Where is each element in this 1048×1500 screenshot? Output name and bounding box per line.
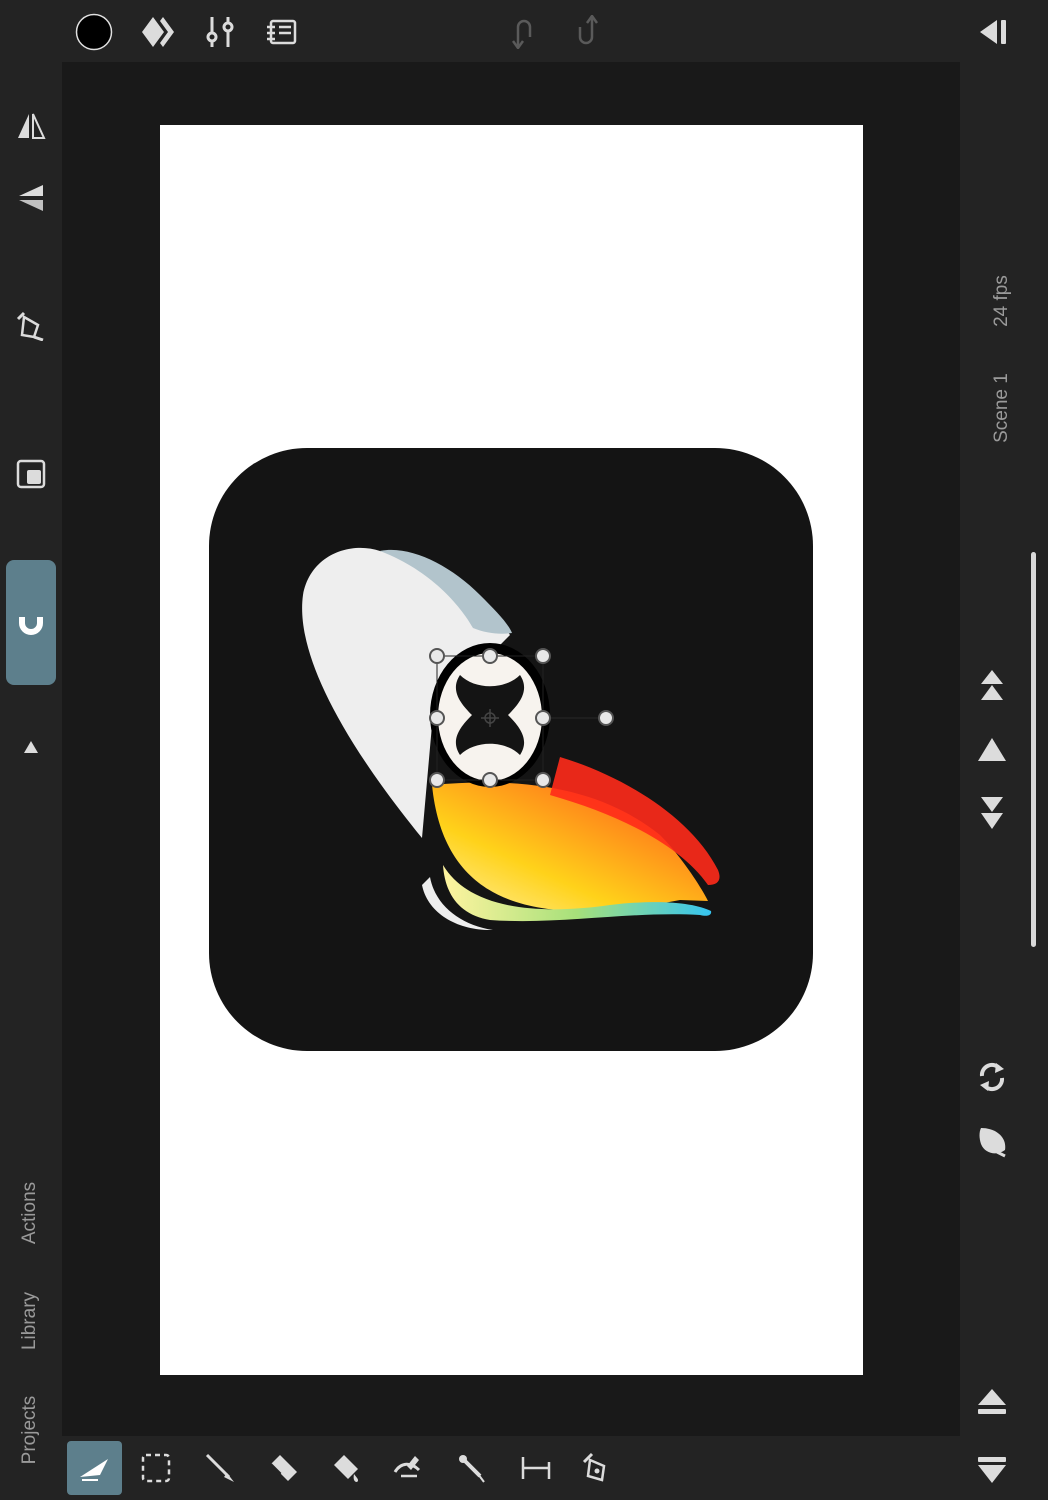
adjustments-icon[interactable]	[200, 12, 240, 52]
top-toolbar	[0, 0, 1048, 62]
brush-tool-icon[interactable]	[198, 1446, 242, 1490]
measure-tool-icon[interactable]	[514, 1446, 558, 1490]
fps-label[interactable]: 24 fps	[991, 241, 1015, 361]
bend-tool-icon[interactable]	[386, 1446, 430, 1490]
arrange-icon[interactable]	[10, 454, 52, 494]
marquee-tool-icon[interactable]	[134, 1446, 178, 1490]
actions-tab[interactable]: Actions	[19, 1163, 43, 1263]
magnet-icon[interactable]	[6, 560, 56, 685]
library-tab[interactable]: Library	[19, 1271, 43, 1371]
onion-skin-icon[interactable]	[970, 1120, 1014, 1162]
inspector-icon[interactable]	[262, 12, 302, 52]
selection-tool-icon[interactable]	[67, 1441, 122, 1495]
eraser-tool-icon[interactable]	[262, 1446, 306, 1490]
flip-vertical-icon[interactable]	[10, 178, 52, 218]
pen-plus-icon[interactable]	[10, 306, 52, 346]
bottom-toolbar	[62, 1436, 960, 1500]
timeline-scrollbar[interactable]	[1031, 552, 1036, 947]
color-swatch-icon[interactable]	[74, 12, 114, 52]
previous-frame-icon[interactable]	[970, 1382, 1014, 1424]
eyedropper-tool-icon[interactable]	[450, 1446, 494, 1490]
style-icon[interactable]	[138, 12, 178, 52]
fill-tool-icon[interactable]	[324, 1446, 368, 1490]
next-frame-icon[interactable]	[970, 1448, 1014, 1490]
flip-horizontal-icon[interactable]	[10, 106, 52, 146]
expand-arrow-icon[interactable]	[18, 736, 44, 758]
left-toolbar: Actions Library Projects	[0, 62, 62, 1500]
loop-icon[interactable]	[970, 1056, 1014, 1098]
scene-name-label[interactable]: Scene 1	[991, 348, 1015, 468]
bring-forward-icon[interactable]	[970, 730, 1014, 770]
collapse-panel-icon[interactable]	[970, 12, 1014, 52]
redo-icon[interactable]	[568, 12, 604, 52]
undo-icon[interactable]	[506, 12, 542, 52]
send-to-back-icon[interactable]	[970, 792, 1014, 834]
projects-tab[interactable]: Projects	[19, 1380, 43, 1480]
bring-to-front-icon[interactable]	[970, 666, 1014, 706]
canvas-artwork[interactable]	[160, 125, 863, 1375]
pen-tool-icon[interactable]	[576, 1446, 620, 1490]
